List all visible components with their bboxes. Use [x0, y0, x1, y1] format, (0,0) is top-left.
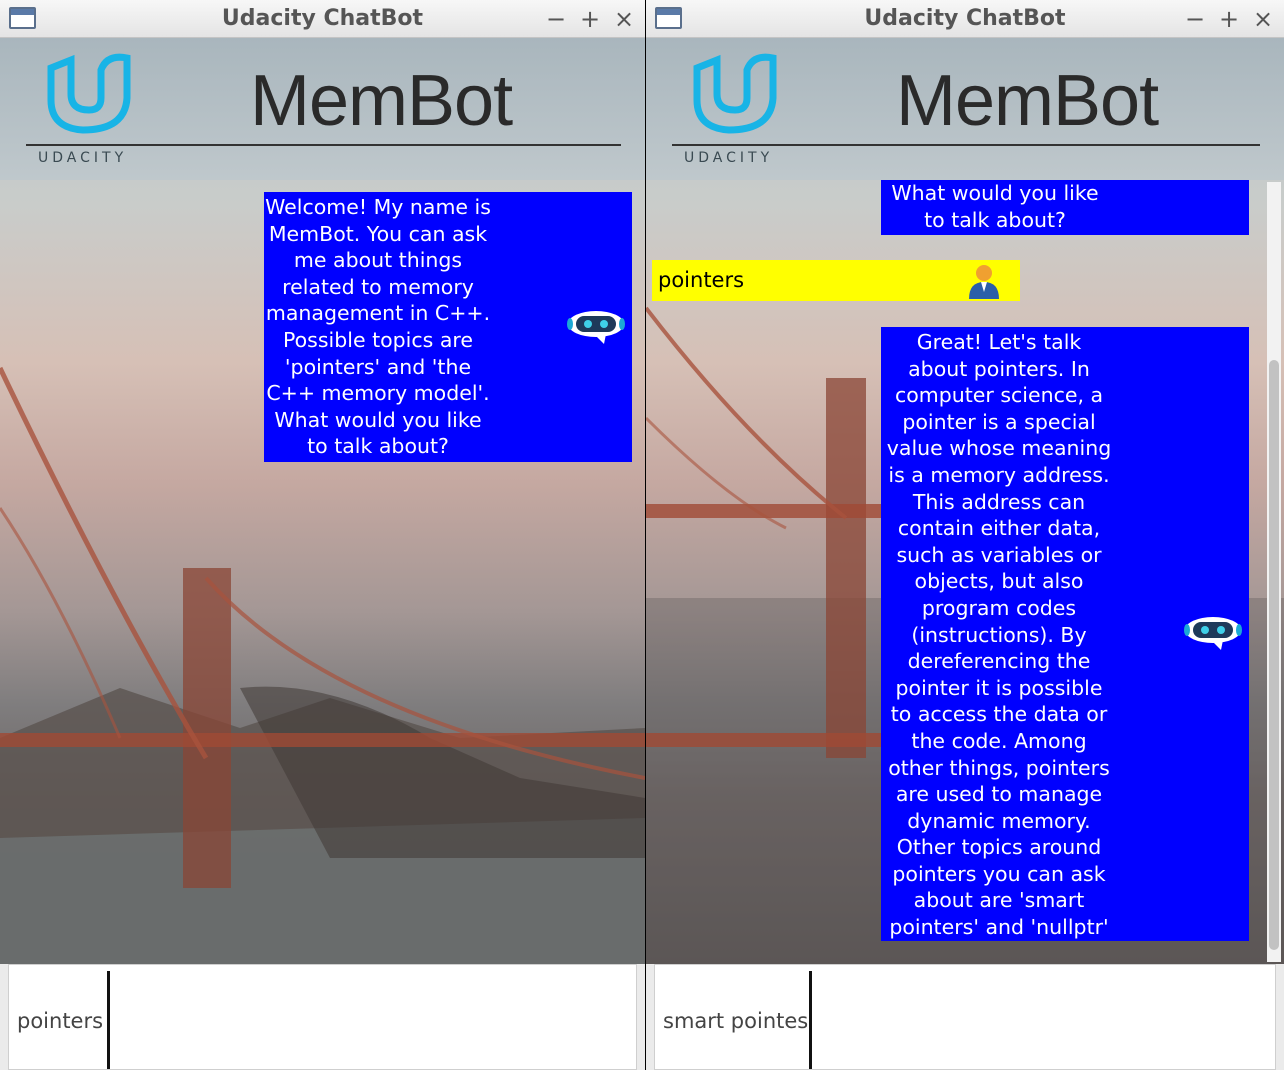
title-bar[interactable]: Udacity ChatBot − + ×: [646, 0, 1284, 38]
chatbot-window-right: Udacity ChatBot − + × UDACITY MemBot Wha…: [646, 0, 1284, 1070]
chatbot-avatar-icon: [567, 311, 625, 344]
user-message-text: pointers: [658, 268, 745, 292]
chatbot-avatar-icon: [1184, 617, 1242, 650]
message-input[interactable]: pointers: [8, 964, 637, 1070]
udacity-wordmark: UDACITY: [684, 150, 774, 166]
vertical-scrollbar[interactable]: [1267, 182, 1281, 962]
chatbot-window-left: Udacity ChatBot − + × UDACITY MemBot Wel…: [0, 0, 645, 1070]
message-input[interactable]: smart pointes: [654, 964, 1276, 1070]
app-name: MemBot: [250, 61, 513, 141]
message-input-text[interactable]: pointers: [17, 1009, 103, 1033]
udacity-logo-icon: [693, 53, 777, 134]
text-cursor: [809, 971, 812, 1069]
title-bar[interactable]: Udacity ChatBot − + ×: [0, 0, 645, 38]
chat-history[interactable]: Welcome! My name is MemBot. You can ask …: [0, 180, 645, 964]
minimize-button[interactable]: −: [545, 5, 567, 33]
maximize-button[interactable]: +: [1218, 5, 1240, 33]
minimize-button[interactable]: −: [1184, 5, 1206, 33]
scrollbar-thumb[interactable]: [1269, 360, 1279, 950]
text-cursor: [107, 971, 110, 1069]
header-divider: [672, 144, 1260, 146]
user-message: pointers: [652, 260, 1020, 301]
message-input-text[interactable]: smart pointes: [663, 1009, 808, 1033]
header-divider: [26, 144, 621, 146]
app-name: MemBot: [896, 61, 1159, 141]
user-avatar-icon: [969, 265, 999, 299]
close-button[interactable]: ×: [1252, 5, 1274, 33]
chat-history[interactable]: What would you like to talk about? point…: [646, 180, 1284, 964]
bot-message: What would you like to talk about?: [881, 180, 1249, 235]
udacity-logo-icon: [47, 53, 131, 134]
udacity-wordmark: UDACITY: [38, 150, 128, 166]
close-button[interactable]: ×: [613, 5, 635, 33]
maximize-button[interactable]: +: [579, 5, 601, 33]
